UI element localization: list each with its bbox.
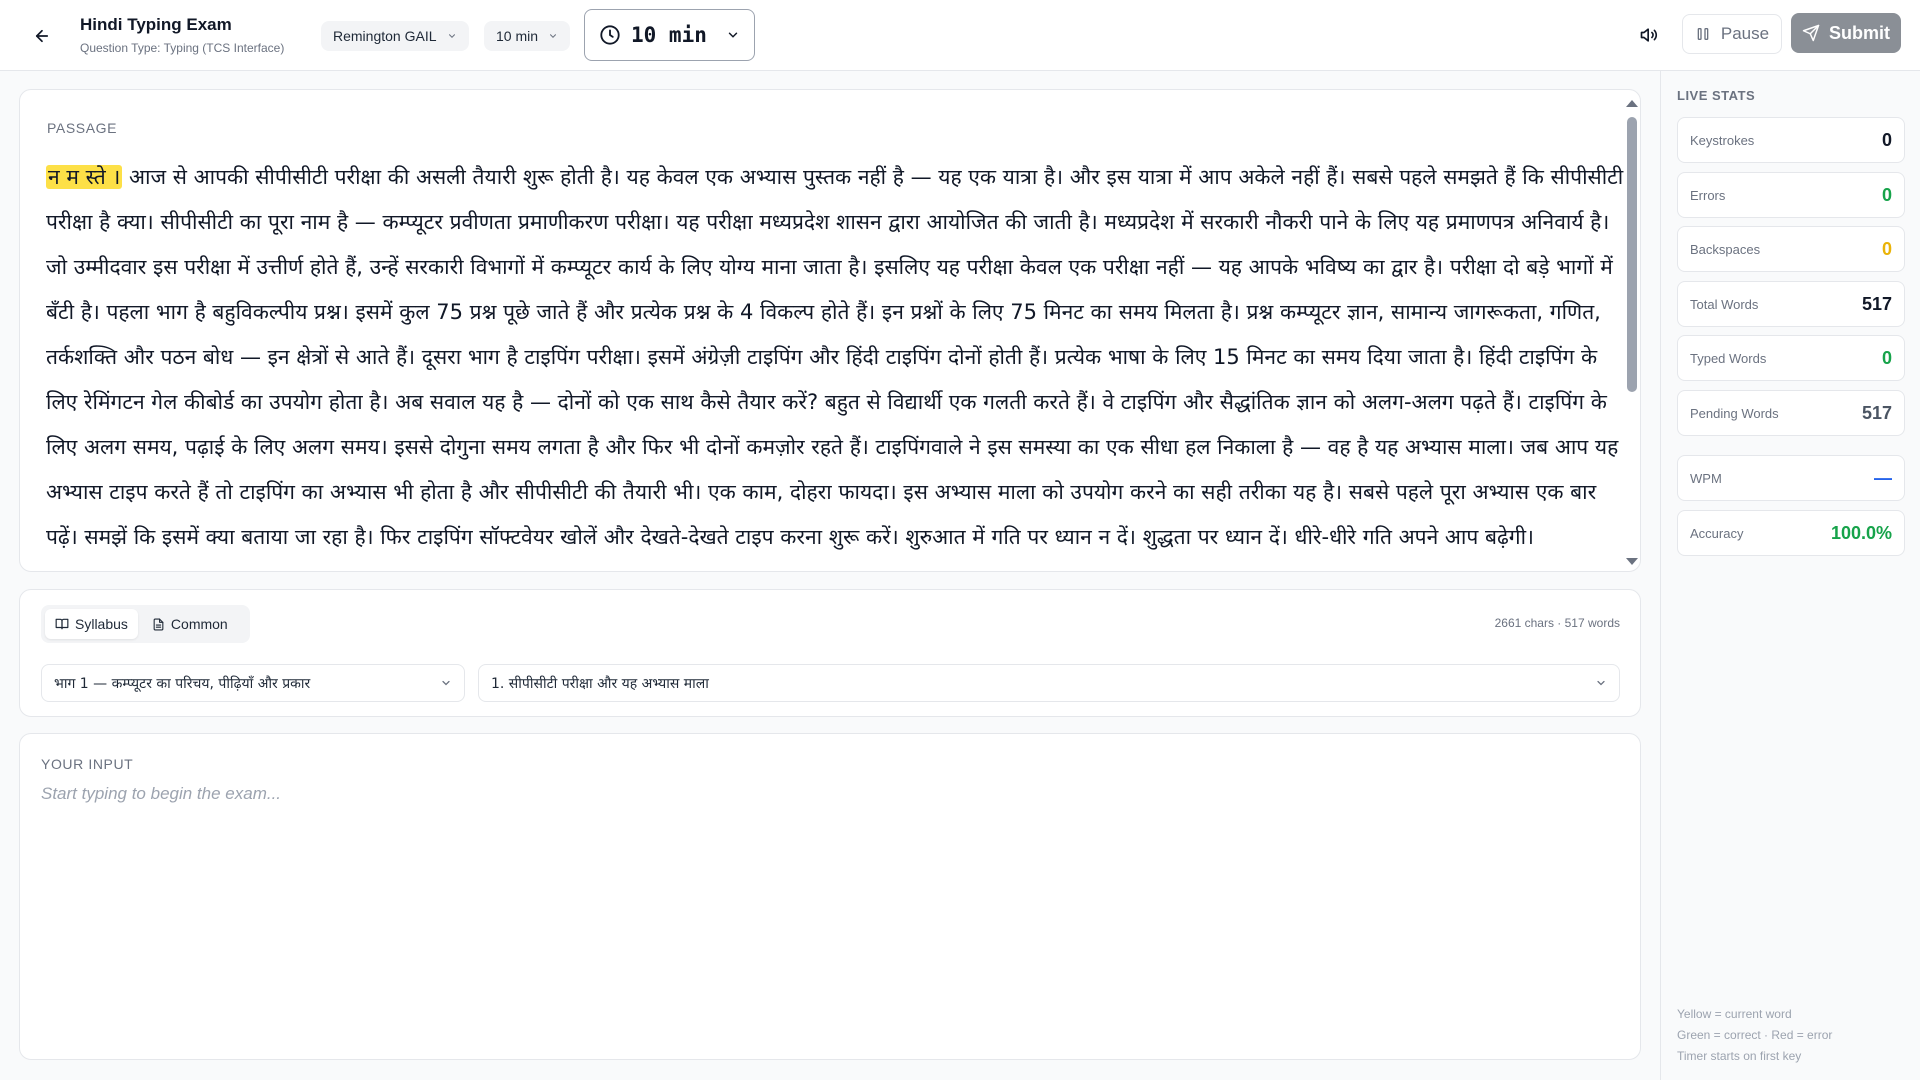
scroll-up-arrow-icon[interactable] [1626,100,1638,107]
stat-keystrokes: Keystrokes 0 [1677,117,1905,163]
book-open-icon [55,618,69,630]
stat-wpm: WPM — [1677,455,1905,501]
stat-value: 0 [1881,184,1892,205]
passage-selector-panel: Syllabus Common 2661 chars · 517 words भ… [19,589,1641,717]
passage-scrollbar[interactable] [1623,90,1640,571]
chevron-down-icon [448,34,455,38]
stat-name: Total Words [1690,296,1759,312]
legend-line: Yellow = current word [1677,1007,1792,1021]
stat-name: WPM [1690,470,1722,486]
chevron-down-icon [1597,680,1605,686]
scroll-thumb[interactable] [1627,117,1637,392]
passage-panel: PASSAGE न म स्ते । आज से आपकी सीपीसीटी प… [19,89,1641,572]
submit-button[interactable]: Submit [1791,13,1901,53]
pause-button[interactable]: Pause [1682,14,1782,54]
part-select-value: भाग 1 — कम्प्यूटर का परिचय, पीढ़ियाँ और … [54,675,311,692]
stat-name: Pending Words [1690,405,1779,421]
pause-icon [1697,28,1709,40]
current-word-highlight: न म स्ते । [46,165,123,189]
question-type-subtitle: Question Type: Typing (TCS Interface) [80,41,285,55]
passage-body: आज से आपकी सीपीसीटी परीक्षा की असली तैया… [46,165,1624,549]
live-stats-label: LIVE STATS [1677,88,1756,103]
top-bar: Hindi Typing Exam Question Type: Typing … [0,0,1920,71]
keyboard-layout-select[interactable]: Remington GAIL [321,21,469,51]
stat-value: 517 [1861,402,1892,423]
clock-icon [600,25,620,45]
scroll-down-arrow-icon[interactable] [1626,558,1638,565]
document-icon [153,618,164,630]
typing-input[interactable] [41,784,1621,1044]
title-block: Hindi Typing Exam Question Type: Typing … [80,15,284,55]
stat-name: Backspaces [1690,241,1761,257]
source-toggle: Syllabus Common [41,605,250,643]
stat-value: 517 [1861,293,1892,314]
legend-line: Green = correct · Red = error [1677,1028,1833,1042]
back-arrow-icon[interactable] [28,22,56,50]
stat-typed-words: Typed Words 0 [1677,335,1905,381]
pause-label: Pause [1720,24,1770,43]
live-stats-sidebar: LIVE STATS Keystrokes 0 Errors 0 Backspa… [1660,71,1920,1080]
part-select[interactable]: भाग 1 — कम्प्यूटर का परिचय, पीढ़ियाँ और … [41,664,465,702]
chevron-down-icon [728,32,738,38]
volume-icon[interactable] [1636,22,1662,48]
tab-syllabus[interactable]: Syllabus [45,609,138,639]
stat-value: 100.0% [1830,522,1892,543]
tab-common-label: Common [170,616,228,632]
stat-value: — [1874,467,1892,488]
stat-name: Keystrokes [1690,132,1755,148]
tab-syllabus-label: Syllabus [75,616,128,632]
passage-label: PASSAGE [47,120,118,136]
stat-name: Typed Words [1690,350,1767,366]
lesson-select-value: 1. सीपीसीटी परीक्षा और यह अभ्यास माला [491,675,709,692]
keyboard-layout-value: Remington GAIL [333,28,437,44]
passage-text: न म स्ते । आज से आपकी सीपीसीटी परीक्षा क… [46,155,1626,560]
chevron-down-icon [442,680,450,686]
lesson-select[interactable]: 1. सीपीसीटी परीक्षा और यह अभ्यास माला [478,664,1620,702]
color-legend: Yellow = current word Green = correct · … [1677,1004,1832,1067]
stat-name: Accuracy [1690,525,1744,541]
stat-value: 0 [1881,129,1892,150]
tab-common[interactable]: Common [142,609,238,639]
duration-select[interactable]: 10 min [484,21,571,51]
legend-line: Timer starts on first key [1677,1049,1802,1063]
stat-total-words: Total Words 517 [1677,281,1905,327]
input-label: YOUR INPUT [41,756,134,772]
chevron-down-icon [550,34,557,38]
submit-label: Submit [1829,22,1890,43]
send-icon [1802,24,1820,42]
stat-backspaces: Backspaces 0 [1677,226,1905,272]
stat-pending-words: Pending Words 517 [1677,390,1905,436]
stat-value: 0 [1881,347,1892,368]
passage-counts: 2661 chars · 517 words [1494,616,1620,630]
stat-errors: Errors 0 [1677,172,1905,218]
stat-accuracy: Accuracy 100.0% [1677,510,1905,556]
stat-value: 0 [1881,238,1892,259]
timer-display[interactable]: 10 min [584,9,755,61]
page-title: Hindi Typing Exam [80,15,232,34]
input-panel: YOUR INPUT [19,733,1641,1060]
timer-value: 10 min [631,23,707,47]
duration-value: 10 min [496,28,539,44]
stat-name: Errors [1690,187,1726,203]
